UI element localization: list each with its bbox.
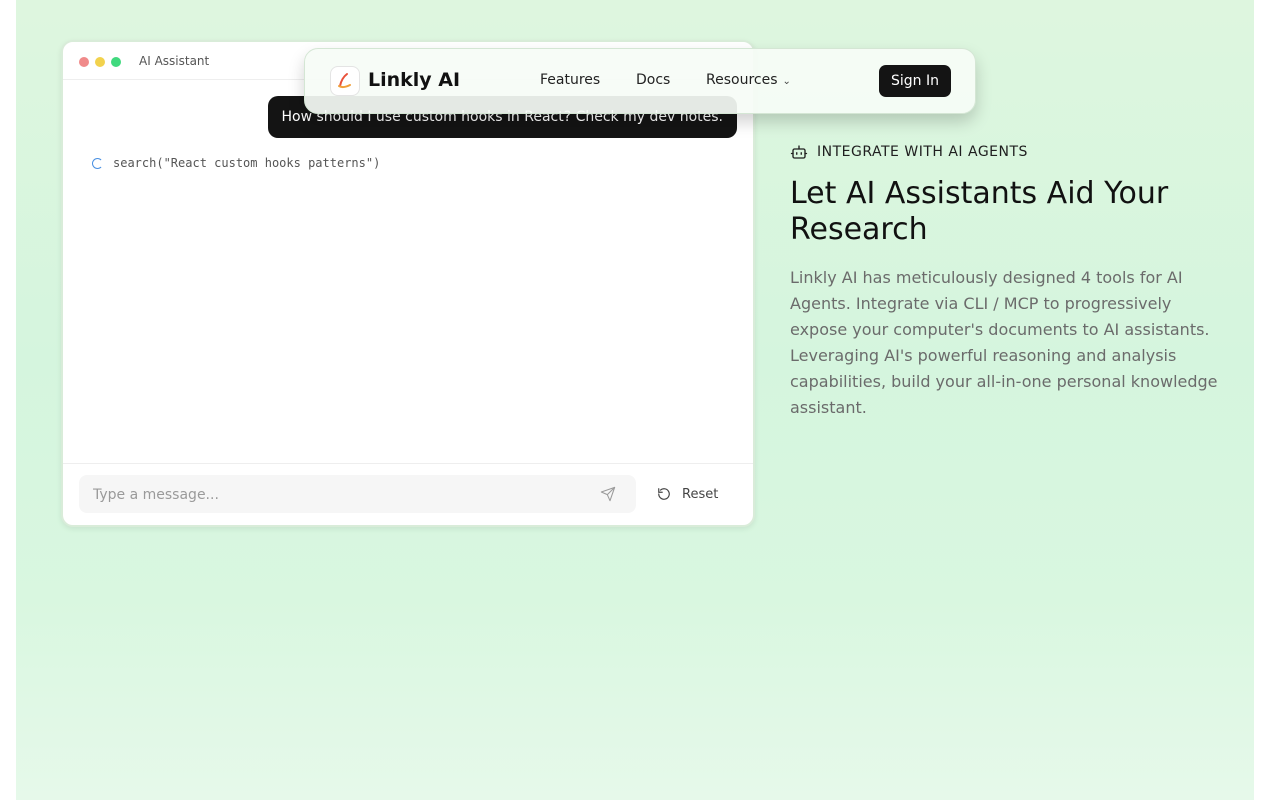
nav-link-resources[interactable]: Resources ⌄ [706,72,791,88]
linkly-logo-icon [338,73,351,89]
send-icon[interactable] [600,486,616,502]
nav-link-features[interactable]: Features [540,72,600,88]
page-background: AI Assistant How should I use custom hoo… [16,0,1254,800]
message-input-box [79,475,636,515]
section-eyebrow: INTEGRATE WITH AI AGENTS [790,143,1028,161]
refresh-icon [658,488,670,500]
eyebrow-text: INTEGRATE WITH AI AGENTS [817,144,1028,160]
nav-link-docs[interactable]: Docs [636,72,670,88]
top-navbar: Linkly AI Features Docs Resources ⌄ Sign … [304,48,976,114]
resources-label: Resources [706,72,778,88]
maximize-dot [111,57,121,67]
loading-spinner-icon [92,158,103,169]
brand-name[interactable]: Linkly AI [368,69,460,91]
reset-label: Reset [682,486,719,502]
chevron-down-icon: ⌄ [782,76,791,87]
sign-in-button[interactable]: Sign In [879,65,951,97]
message-input[interactable] [91,475,575,515]
section-headline: Let AI Assistants Aid Your Research [790,176,1169,247]
close-dot [79,57,89,67]
section-description: Linkly AI has meticulously designed 4 to… [790,268,1218,417]
logo[interactable] [330,66,360,96]
robot-icon [790,145,808,159]
tool-call-text: search("React custom hooks patterns") [113,156,381,170]
chat-footer: Reset [63,463,753,525]
minimize-dot [95,57,105,67]
reset-button[interactable]: Reset [657,484,718,504]
chat-window-title: AI Assistant [139,54,210,68]
